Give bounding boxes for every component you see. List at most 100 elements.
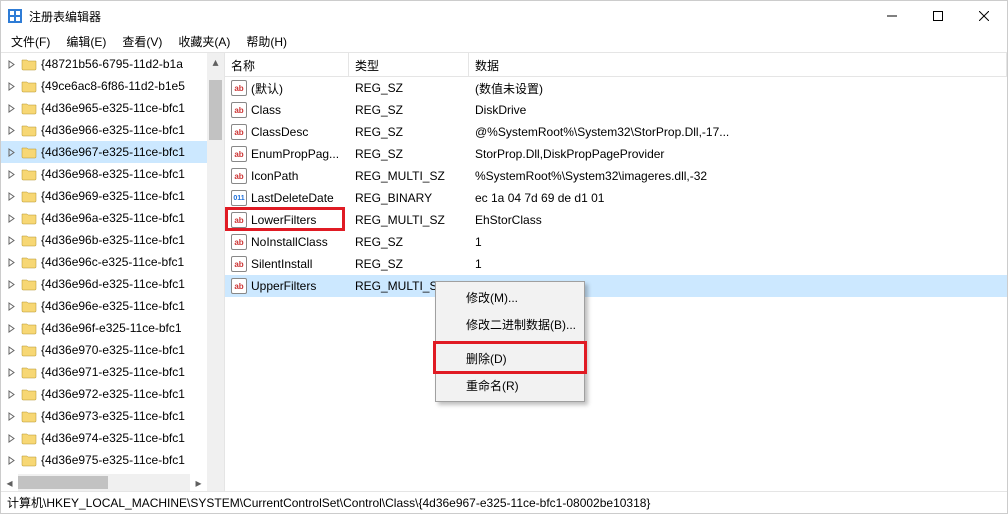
expander-icon[interactable]: [5, 60, 19, 69]
string-value-icon: ab: [231, 278, 247, 294]
scroll-up-icon[interactable]: ▴: [207, 53, 224, 70]
string-value-icon: ab: [231, 146, 247, 162]
menu-help[interactable]: 帮助(H): [240, 31, 293, 52]
tree-item[interactable]: {4d36e96a-e325-11ce-bfc1: [1, 207, 207, 229]
tree-item[interactable]: {49ce6ac8-6f86-11d2-b1e5: [1, 75, 207, 97]
tree-item[interactable]: {4d36e971-e325-11ce-bfc1: [1, 361, 207, 383]
expander-icon[interactable]: [5, 434, 19, 443]
expander-icon[interactable]: [5, 346, 19, 355]
tree-vertical-scrollbar[interactable]: ▴ ▾: [207, 53, 224, 491]
expander-icon[interactable]: [5, 258, 19, 267]
tree-item[interactable]: {4d36e975-e325-11ce-bfc1: [1, 449, 207, 471]
value-row[interactable]: abEnumPropPag...REG_SZStorProp.Dll,DiskP…: [225, 143, 1007, 165]
tree-item-label: {4d36e969-e325-11ce-bfc1: [39, 188, 187, 204]
tree-item[interactable]: {4d36e968-e325-11ce-bfc1: [1, 163, 207, 185]
expander-icon[interactable]: [5, 324, 19, 333]
expander-icon[interactable]: [5, 126, 19, 135]
expander-icon[interactable]: [5, 280, 19, 289]
value-row[interactable]: abSilentInstallREG_SZ1: [225, 253, 1007, 275]
expander-icon[interactable]: [5, 302, 19, 311]
folder-icon: [21, 276, 37, 292]
value-row[interactable]: abUpperFiltersREG_MULTI_SZPartMgr: [225, 275, 1007, 297]
tree-item[interactable]: {4d36e96c-e325-11ce-bfc1: [1, 251, 207, 273]
maximize-button[interactable]: [915, 1, 961, 31]
tree-item[interactable]: {4d36e970-e325-11ce-bfc1: [1, 339, 207, 361]
expander-icon[interactable]: [5, 236, 19, 245]
value-data: @%SystemRoot%\System32\StorProp.Dll,-17.…: [469, 125, 1007, 139]
folder-icon: [21, 166, 37, 182]
folder-icon: [21, 78, 37, 94]
menu-edit[interactable]: 编辑(E): [60, 31, 112, 52]
tree-horizontal-scrollbar[interactable]: ◂ ▸: [1, 474, 207, 491]
close-button[interactable]: [961, 1, 1007, 31]
tree-item[interactable]: {4d36e969-e325-11ce-bfc1: [1, 185, 207, 207]
tree-item[interactable]: {4d36e96e-e325-11ce-bfc1: [1, 295, 207, 317]
menu-favorites[interactable]: 收藏夹(A): [172, 31, 236, 52]
expander-icon[interactable]: [5, 412, 19, 421]
expander-icon[interactable]: [5, 104, 19, 113]
folder-icon: [21, 430, 37, 446]
tree-item-label: {4d36e975-e325-11ce-bfc1: [39, 452, 187, 468]
expander-icon[interactable]: [5, 368, 19, 377]
value-row[interactable]: abNoInstallClassREG_SZ1: [225, 231, 1007, 253]
scroll-right-icon[interactable]: ▸: [190, 474, 207, 491]
context-modify-binary[interactable]: 修改二进制数据(B)...: [438, 311, 582, 338]
menubar: 文件(F) 编辑(E) 查看(V) 收藏夹(A) 帮助(H): [1, 31, 1007, 53]
folder-icon: [21, 254, 37, 270]
statusbar-path: 计算机\HKEY_LOCAL_MACHINE\SYSTEM\CurrentCon…: [7, 494, 650, 511]
value-row[interactable]: abClassDescREG_SZ@%SystemRoot%\System32\…: [225, 121, 1007, 143]
tree-item[interactable]: {4d36e96f-e325-11ce-bfc1: [1, 317, 207, 339]
tree-item-label: {4d36e96d-e325-11ce-bfc1: [39, 276, 187, 292]
tree-item[interactable]: {4d36e96b-e325-11ce-bfc1: [1, 229, 207, 251]
expander-icon[interactable]: [5, 148, 19, 157]
value-row[interactable]: 011LastDeleteDateREG_BINARYec 1a 04 7d 6…: [225, 187, 1007, 209]
tree-item[interactable]: {4d36e973-e325-11ce-bfc1: [1, 405, 207, 427]
main-area: {48721b56-6795-11d2-b1a{49ce6ac8-6f86-11…: [1, 53, 1007, 491]
value-data: EhStorClass: [469, 213, 1007, 227]
value-row[interactable]: abClassREG_SZDiskDrive: [225, 99, 1007, 121]
expander-icon[interactable]: [5, 456, 19, 465]
tree-item[interactable]: {4d36e965-e325-11ce-bfc1: [1, 97, 207, 119]
tree-item-label: {4d36e96b-e325-11ce-bfc1: [39, 232, 187, 248]
expander-icon[interactable]: [5, 214, 19, 223]
string-value-icon: ab: [231, 124, 247, 140]
tree-item[interactable]: {4d36e966-e325-11ce-bfc1: [1, 119, 207, 141]
tree-item[interactable]: {48721b56-6795-11d2-b1a: [1, 53, 207, 75]
context-rename[interactable]: 重命名(R): [438, 372, 582, 399]
value-row[interactable]: abIconPathREG_MULTI_SZ%SystemRoot%\Syste…: [225, 165, 1007, 187]
value-name: (默认): [251, 80, 283, 97]
expander-icon[interactable]: [5, 390, 19, 399]
tree-panel: {48721b56-6795-11d2-b1a{49ce6ac8-6f86-11…: [1, 53, 225, 491]
value-row[interactable]: ab(默认)REG_SZ(数值未设置): [225, 77, 1007, 99]
expander-icon[interactable]: [5, 192, 19, 201]
tree-item-label: {4d36e967-e325-11ce-bfc1: [39, 144, 187, 160]
value-data: 1: [469, 235, 1007, 249]
tree-item-label: {4d36e974-e325-11ce-bfc1: [39, 430, 187, 446]
value-row[interactable]: abLowerFiltersREG_MULTI_SZEhStorClass: [225, 209, 1007, 231]
column-header-name[interactable]: 名称: [225, 53, 349, 76]
expander-icon[interactable]: [5, 170, 19, 179]
column-header-type[interactable]: 类型: [349, 53, 469, 76]
folder-icon: [21, 100, 37, 116]
tree-item[interactable]: {4d36e967-e325-11ce-bfc1: [1, 141, 207, 163]
tree-item-label: {4d36e968-e325-11ce-bfc1: [39, 166, 187, 182]
minimize-button[interactable]: [869, 1, 915, 31]
expander-icon[interactable]: [5, 82, 19, 91]
value-data: DiskDrive: [469, 103, 1007, 117]
values-list[interactable]: ab(默认)REG_SZ(数值未设置)abClassREG_SZDiskDriv…: [225, 77, 1007, 491]
menu-file[interactable]: 文件(F): [5, 31, 56, 52]
tree-item[interactable]: {4d36e974-e325-11ce-bfc1: [1, 427, 207, 449]
tree-item[interactable]: {4d36e96d-e325-11ce-bfc1: [1, 273, 207, 295]
tree-item-label: {4d36e971-e325-11ce-bfc1: [39, 364, 187, 380]
tree-item-label: {4d36e96c-e325-11ce-bfc1: [39, 254, 186, 270]
tree-item-label: {4d36e970-e325-11ce-bfc1: [39, 342, 187, 358]
menu-view[interactable]: 查看(V): [116, 31, 168, 52]
context-modify[interactable]: 修改(M)...: [438, 284, 582, 311]
folder-icon: [21, 320, 37, 336]
context-delete[interactable]: 删除(D): [438, 345, 582, 372]
tree-item-label: {4d36e96a-e325-11ce-bfc1: [39, 210, 187, 226]
folder-icon: [21, 56, 37, 72]
tree-item[interactable]: {4d36e972-e325-11ce-bfc1: [1, 383, 207, 405]
scroll-left-icon[interactable]: ◂: [1, 474, 18, 491]
column-header-data[interactable]: 数据: [469, 53, 1007, 76]
